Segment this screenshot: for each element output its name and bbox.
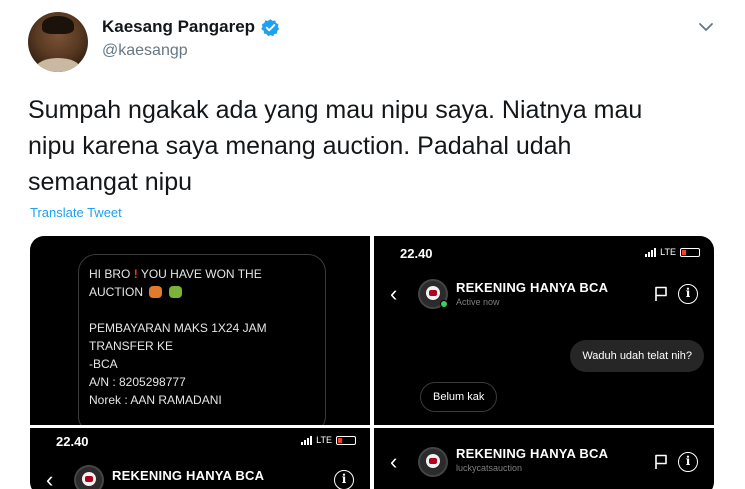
media-image-2[interactable]: 22.40 LTE ‹ REKENING HANYA BCA Active no… <box>374 236 714 425</box>
online-indicator <box>440 300 448 308</box>
contact-name: REKENING HANYA BCA <box>456 280 609 295</box>
message-line: PEMBAYARAN MAKS 1X24 JAM <box>89 321 267 335</box>
battery-icon <box>336 435 356 445</box>
sent-message: Waduh udah telat nih? <box>570 340 704 372</box>
contact-avatar[interactable] <box>418 447 448 477</box>
network-label: LTE <box>660 247 676 257</box>
author-name-row: Kaesang Pangarep <box>102 17 280 37</box>
network-label: LTE <box>316 435 332 445</box>
contact-name: REKENING HANYA BCA <box>112 468 265 483</box>
info-icon[interactable]: i <box>334 470 354 489</box>
battery-icon <box>680 247 700 257</box>
chevron-down-icon[interactable] <box>697 18 715 36</box>
status-indicators: LTE <box>645 247 700 257</box>
message-line: HI BRO ! YOU HAVE WON THE <box>89 267 262 281</box>
message-line: AUCTION <box>89 283 315 301</box>
message-line: TRANSFER KE <box>89 339 174 353</box>
author-handle[interactable]: @kaesangp <box>102 42 188 60</box>
status-indicators: LTE <box>301 435 356 445</box>
back-arrow-icon[interactable]: ‹ <box>46 469 53 489</box>
cat-emoji-icon <box>168 286 182 298</box>
author-avatar[interactable] <box>28 12 88 72</box>
message-line <box>89 301 315 319</box>
status-time: 22.40 <box>400 246 433 261</box>
info-icon[interactable]: i <box>678 284 698 304</box>
verified-badge-icon <box>261 18 280 36</box>
received-message: Belum kak <box>420 382 498 412</box>
message-line: A/N : 8205298777 <box>89 375 186 389</box>
cat-emoji-icon <box>149 286 163 298</box>
contact-avatar[interactable] <box>74 465 104 489</box>
back-arrow-icon[interactable]: ‹ <box>390 451 397 473</box>
contact-name: REKENING HANYA BCA <box>456 446 609 461</box>
message-line: Norek : AAN RAMADANI <box>89 393 222 407</box>
back-arrow-icon[interactable]: ‹ <box>390 283 397 305</box>
tweet-media-grid: HI BRO ! YOU HAVE WON THE AUCTION PEMBAY… <box>30 236 714 489</box>
contact-username: luckycatsauction <box>456 463 523 473</box>
flag-icon[interactable] <box>654 286 668 302</box>
chat-header: ‹ REKENING HANYA BCA i <box>30 458 370 489</box>
media-image-3[interactable]: 22.40 LTE ‹ REKENING HANYA BCA i <box>30 428 370 489</box>
author-name[interactable]: Kaesang Pangarep <box>102 17 255 37</box>
status-time: 22.40 <box>56 434 89 449</box>
signal-icon <box>301 435 313 445</box>
chat-header: ‹ REKENING HANYA BCA luckycatsauction i <box>374 440 714 484</box>
scam-message-bubble: HI BRO ! YOU HAVE WON THE AUCTION PEMBAY… <box>78 254 326 425</box>
info-icon[interactable]: i <box>678 452 698 472</box>
media-image-4[interactable]: ‹ REKENING HANYA BCA luckycatsauction i <box>374 428 714 489</box>
tweet-text: Sumpah ngakak ada yang mau nipu saya. Ni… <box>28 96 643 196</box>
signal-icon <box>645 247 657 257</box>
flag-icon[interactable] <box>654 454 668 470</box>
exclamation-emoji-icon: ! <box>133 267 138 281</box>
media-image-1[interactable]: HI BRO ! YOU HAVE WON THE AUCTION PEMBAY… <box>30 236 370 425</box>
chat-header: ‹ REKENING HANYA BCA Active now i <box>374 272 714 316</box>
translate-tweet-link[interactable]: Translate Tweet <box>30 205 122 220</box>
contact-status: Active now <box>456 297 500 307</box>
message-line: -BCA <box>89 357 118 371</box>
